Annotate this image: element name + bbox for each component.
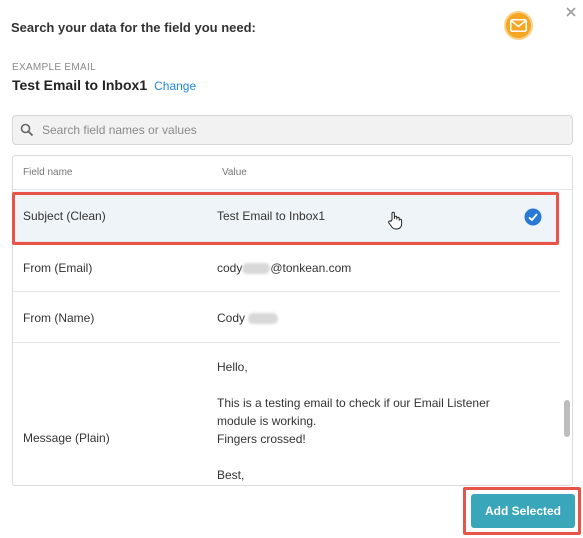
field-name: Message (Plain)	[23, 431, 110, 445]
redacted-text	[242, 263, 271, 275]
close-icon[interactable]	[563, 4, 579, 20]
field-value: Test Email to Inbox1	[217, 209, 326, 223]
hand-cursor-icon	[388, 211, 403, 230]
add-selected-button[interactable]: Add Selected	[471, 494, 575, 528]
example-email-row: Test Email to Inbox1 Change	[12, 77, 196, 93]
redacted-text	[248, 313, 279, 325]
value-part: cody	[217, 261, 243, 275]
table-row-from-email[interactable]: From (Email) cody @tonkean.com	[13, 243, 560, 292]
search-input[interactable]	[42, 123, 542, 137]
search-icon	[20, 123, 34, 137]
field-value: Hello, This is a testing email to check …	[217, 360, 490, 482]
change-link[interactable]: Change	[154, 79, 196, 93]
value-part: Cody	[217, 311, 246, 325]
table-row-subject[interactable]: Subject (Clean) Test Email to Inbox1	[13, 191, 560, 242]
table-row-from-name[interactable]: From (Name) Cody	[13, 293, 560, 343]
example-email-label: EXAMPLE EMAIL	[12, 62, 96, 73]
field-value: cody @tonkean.com	[217, 259, 351, 277]
fields-table: Field name Value Subject (Clean) Test Em…	[12, 155, 573, 486]
mail-icon	[504, 11, 533, 40]
scrollbar-thumb[interactable]	[564, 400, 570, 437]
column-header-field: Field name	[23, 167, 73, 178]
search-box[interactable]	[12, 115, 573, 145]
check-circle-icon[interactable]	[524, 208, 542, 226]
table-row-message[interactable]: Message (Plain) Hello, This is a testing…	[13, 344, 560, 485]
dialog-heading: Search your data for the field you need:	[11, 20, 256, 35]
field-name: From (Email)	[23, 261, 93, 275]
field-value: Cody	[217, 309, 279, 327]
field-name: From (Name)	[23, 311, 95, 325]
field-search-dialog: Search your data for the field you need:…	[0, 0, 583, 538]
column-header-value: Value	[222, 167, 247, 178]
scrollbar[interactable]	[562, 191, 572, 485]
example-email-title: Test Email to Inbox1	[12, 77, 148, 93]
table-header: Field name Value	[13, 156, 572, 190]
value-part: @tonkean.com	[270, 261, 352, 275]
field-name: Subject (Clean)	[23, 209, 106, 223]
